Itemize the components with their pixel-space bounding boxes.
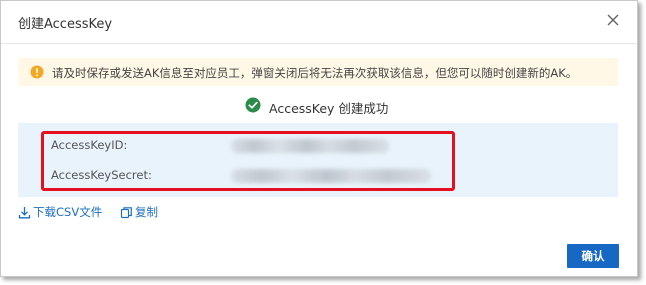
copy-label: 复制 [135, 205, 158, 219]
check-circle-icon [245, 97, 261, 113]
copy-icon [120, 206, 132, 218]
download-icon [18, 206, 31, 218]
download-csv-label: 下载CSV文件 [33, 205, 103, 219]
header-divider [1, 43, 637, 44]
download-csv-link[interactable]: 下载CSV文件 [18, 204, 102, 220]
highlight-box [41, 131, 455, 191]
close-icon[interactable] [605, 12, 621, 28]
confirm-button[interactable]: 确认 [567, 244, 619, 268]
warning-icon [30, 65, 44, 79]
notice-text: 请及时保存或发送AK信息至对应员工，弹窗关闭后将无法再次获取该信息，但您可以随时… [52, 66, 578, 80]
create-accesskey-dialog: 创建AccessKey 请及时保存或发送AK信息至对应员工，弹窗关闭后将无法再次… [0, 0, 638, 277]
warning-notice: 请及时保存或发送AK信息至对应员工，弹窗关闭后将无法再次获取该信息，但您可以随时… [18, 58, 618, 86]
copy-link[interactable]: 复制 [120, 204, 158, 220]
dialog-title: 创建AccessKey [18, 17, 113, 32]
success-message: AccessKey 创建成功 [269, 101, 389, 116]
